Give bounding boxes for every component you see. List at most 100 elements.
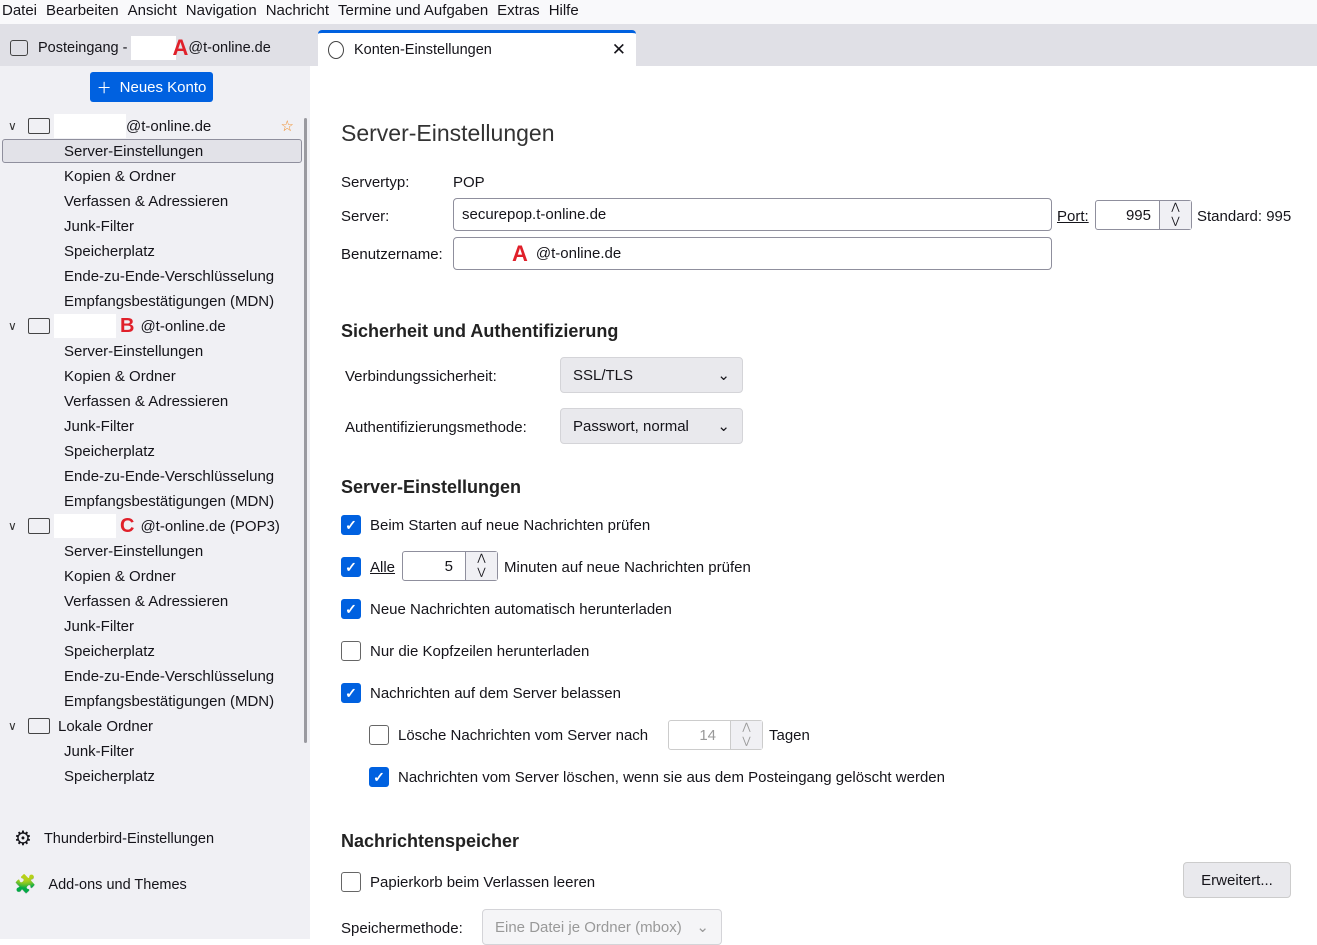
sidebar-item[interactable]: Server-Einstellungen bbox=[0, 539, 302, 563]
sidebar-item-label: Server-Einstellungen bbox=[64, 542, 204, 560]
sidebar-item[interactable]: Speicherplatz bbox=[0, 239, 302, 263]
marker: B bbox=[120, 314, 135, 337]
menu-6[interactable]: Extras bbox=[495, 0, 547, 24]
scrollbar[interactable] bbox=[304, 118, 307, 743]
addons-link[interactable]: 🧩 Add-ons und Themes bbox=[14, 874, 187, 895]
sidebar-item-label: Verfassen & Adressieren bbox=[64, 192, 229, 210]
menu-4[interactable]: Nachricht bbox=[264, 0, 336, 24]
sidebar-item-label: Verfassen & Adressieren bbox=[64, 392, 229, 410]
sidebar-account[interactable]: ∨ B @t-online.de bbox=[0, 314, 302, 338]
chevron-up-icon[interactable]: ⋀ bbox=[1160, 201, 1191, 215]
menu-3[interactable]: Navigation bbox=[184, 0, 264, 24]
sidebar-item[interactable]: Verfassen & Adressieren bbox=[0, 389, 302, 413]
sidebar-item-label: Ende-zu-Ende-Verschlüsselung bbox=[64, 467, 275, 485]
chevron-down-icon[interactable]: ∨ bbox=[8, 119, 22, 133]
empty-trash-checkbox[interactable]: Papierkorb beim Verlassen leeren bbox=[341, 872, 595, 892]
check-on-startup-checkbox[interactable]: ✓ Beim Starten auf neue Nachrichten prüfe… bbox=[341, 515, 650, 535]
sidebar-item[interactable]: Empfangsbestätigungen (MDN) bbox=[0, 289, 302, 313]
mail-account-icon bbox=[28, 318, 50, 334]
redaction bbox=[54, 514, 116, 538]
sidebar-item[interactable]: Verfassen & Adressieren bbox=[0, 589, 302, 613]
chevron-down-icon[interactable]: ∨ bbox=[8, 719, 22, 733]
marker: A bbox=[512, 240, 528, 266]
delete-when-removed-checkbox[interactable]: ✓ Nachrichten vom Server löschen, wenn si… bbox=[369, 767, 945, 787]
sidebar-item[interactable]: Kopien & Ordner bbox=[0, 164, 302, 188]
leave-on-server-checkbox[interactable]: ✓ Nachrichten auf dem Server belassen bbox=[341, 683, 621, 703]
advanced-button[interactable]: Erweitert... bbox=[1183, 862, 1291, 898]
marker: C bbox=[120, 514, 135, 537]
chevron-up-icon[interactable]: ⋀ bbox=[466, 552, 497, 566]
sidebar-item-label: Ende-zu-Ende-Verschlüsselung bbox=[64, 667, 275, 685]
sidebar-item[interactable]: Junk-Filter bbox=[0, 739, 302, 763]
tab-account-settings[interactable]: Konten-Einstellungen ✕ bbox=[318, 30, 636, 66]
chevron-down-icon[interactable]: ∨ bbox=[8, 319, 22, 333]
sidebar-account[interactable]: ∨ Lokale Ordner bbox=[0, 714, 302, 738]
close-icon[interactable]: ✕ bbox=[612, 40, 626, 60]
checkbox-label: Nachrichten auf dem Server belassen bbox=[370, 684, 621, 702]
sidebar-item[interactable]: Kopien & Ordner bbox=[0, 364, 302, 388]
select-value: SSL/TLS bbox=[573, 366, 634, 384]
server-input[interactable]: securepop.t-online.de bbox=[453, 198, 1052, 231]
sidebar-item[interactable]: Ende-zu-Ende-Verschlüsselung bbox=[0, 664, 302, 688]
connection-security-select[interactable]: SSL/TLS ⌄ bbox=[560, 357, 743, 393]
sidebar-item[interactable]: Kopien & Ordner bbox=[0, 564, 302, 588]
storage-method-select[interactable]: Eine Datei je Ordner (mbox) ⌄ bbox=[482, 909, 722, 945]
port-stepper[interactable]: 995 ⋀ ⋁ bbox=[1095, 200, 1192, 230]
delete-after-checkbox[interactable]: Lösche Nachrichten vom Server nach bbox=[369, 725, 648, 745]
days-stepper[interactable]: 14 ⋀ ⋁ bbox=[668, 720, 763, 750]
sidebar-item[interactable]: Speicherplatz bbox=[0, 439, 302, 463]
redaction bbox=[54, 114, 126, 138]
sidebar-item[interactable]: Speicherplatz bbox=[0, 639, 302, 663]
chevron-down-icon: ⌄ bbox=[717, 367, 730, 384]
sidebar-item[interactable]: Ende-zu-Ende-Verschlüsselung bbox=[0, 264, 302, 288]
auth-method-select[interactable]: Passwort, normal ⌄ bbox=[560, 408, 743, 444]
tab-domain: @t-online.de bbox=[188, 40, 271, 56]
chevron-down-icon[interactable]: ⋁ bbox=[466, 566, 497, 580]
sidebar-account[interactable]: ∨ @t-online.de ☆ bbox=[0, 114, 302, 138]
sidebar-item[interactable]: Speicherplatz bbox=[0, 764, 302, 788]
sidebar-item-label: Kopien & Ordner bbox=[64, 567, 176, 585]
sidebar-item-label: Junk-Filter bbox=[64, 217, 135, 235]
sidebar-item[interactable]: Server-Einstellungen bbox=[2, 139, 302, 163]
sidebar-item[interactable]: Ende-zu-Ende-Verschlüsselung bbox=[0, 464, 302, 488]
server-label: Server: bbox=[341, 208, 390, 225]
chevron-down-icon[interactable]: ⋁ bbox=[1160, 215, 1191, 229]
sidebar-item[interactable]: Server-Einstellungen bbox=[0, 339, 302, 363]
thunderbird-settings-link[interactable]: ⚙ Thunderbird-Einstellungen bbox=[14, 826, 214, 851]
sidebar-item-label: Junk-Filter bbox=[64, 417, 135, 435]
sidebar-item-label: Speicherplatz bbox=[64, 442, 155, 460]
sidebar-item[interactable]: Empfangsbestätigungen (MDN) bbox=[0, 489, 302, 513]
username-input[interactable]: A @t-online.de bbox=[453, 237, 1052, 270]
storage-heading: Nachrichtenspeicher bbox=[341, 831, 520, 851]
menu-bar: Datei Bearbeiten Ansicht Navigation Nachrich… bbox=[0, 0, 1317, 24]
chevron-up-icon[interactable]: ⋀ bbox=[731, 721, 762, 735]
chevron-down-icon[interactable]: ∨ bbox=[8, 519, 22, 533]
new-account-button[interactable]: ＋ Neues Konto bbox=[90, 72, 213, 102]
menu-1[interactable]: Bearbeiten bbox=[44, 0, 126, 24]
auto-download-checkbox[interactable]: ✓ Neue Nachrichten automatisch herunterla… bbox=[341, 599, 672, 619]
headers-only-checkbox[interactable]: Nur die Kopfzeilen herunterladen bbox=[341, 641, 589, 661]
sidebar-item[interactable]: Junk-Filter bbox=[0, 614, 302, 638]
select-value: Eine Datei je Ordner (mbox) bbox=[495, 918, 682, 936]
servertype-label: Servertyp: bbox=[341, 174, 410, 191]
chevron-down-icon[interactable]: ⋁ bbox=[731, 735, 762, 749]
sidebar-account[interactable]: ∨ C @t-online.de (POP3) bbox=[0, 514, 302, 538]
tab-inbox[interactable]: Posteingang - A @t-online.de bbox=[0, 30, 281, 66]
minutes-value: 5 bbox=[444, 557, 453, 575]
minutes-stepper[interactable]: 5 ⋀ ⋁ bbox=[402, 551, 498, 581]
checkbox-label: Beim Starten auf neue Nachrichten prüfen bbox=[370, 516, 651, 534]
storage-method-label: Speichermethode: bbox=[341, 920, 463, 937]
menu-0[interactable]: Datei bbox=[0, 0, 44, 24]
sidebar-item-label: Junk-Filter bbox=[64, 742, 135, 760]
menu-7[interactable]: Hilfe bbox=[547, 0, 586, 24]
menu-2[interactable]: Ansicht bbox=[126, 0, 184, 24]
menu-5[interactable]: Termine und Aufgaben bbox=[336, 0, 495, 24]
sidebar-item-label: Verfassen & Adressieren bbox=[64, 592, 229, 610]
sidebar-item-label: Kopien & Ordner bbox=[64, 167, 176, 185]
sidebar-item[interactable]: Junk-Filter bbox=[0, 214, 302, 238]
minutes-label: Minuten auf neue Nachrichten prüfen bbox=[504, 559, 751, 576]
sidebar-item[interactable]: Empfangsbestätigungen (MDN) bbox=[0, 689, 302, 713]
check-every-checkbox[interactable]: ✓ Alle bbox=[341, 557, 395, 577]
sidebar-item[interactable]: Verfassen & Adressieren bbox=[0, 189, 302, 213]
sidebar-item[interactable]: Junk-Filter bbox=[0, 414, 302, 438]
